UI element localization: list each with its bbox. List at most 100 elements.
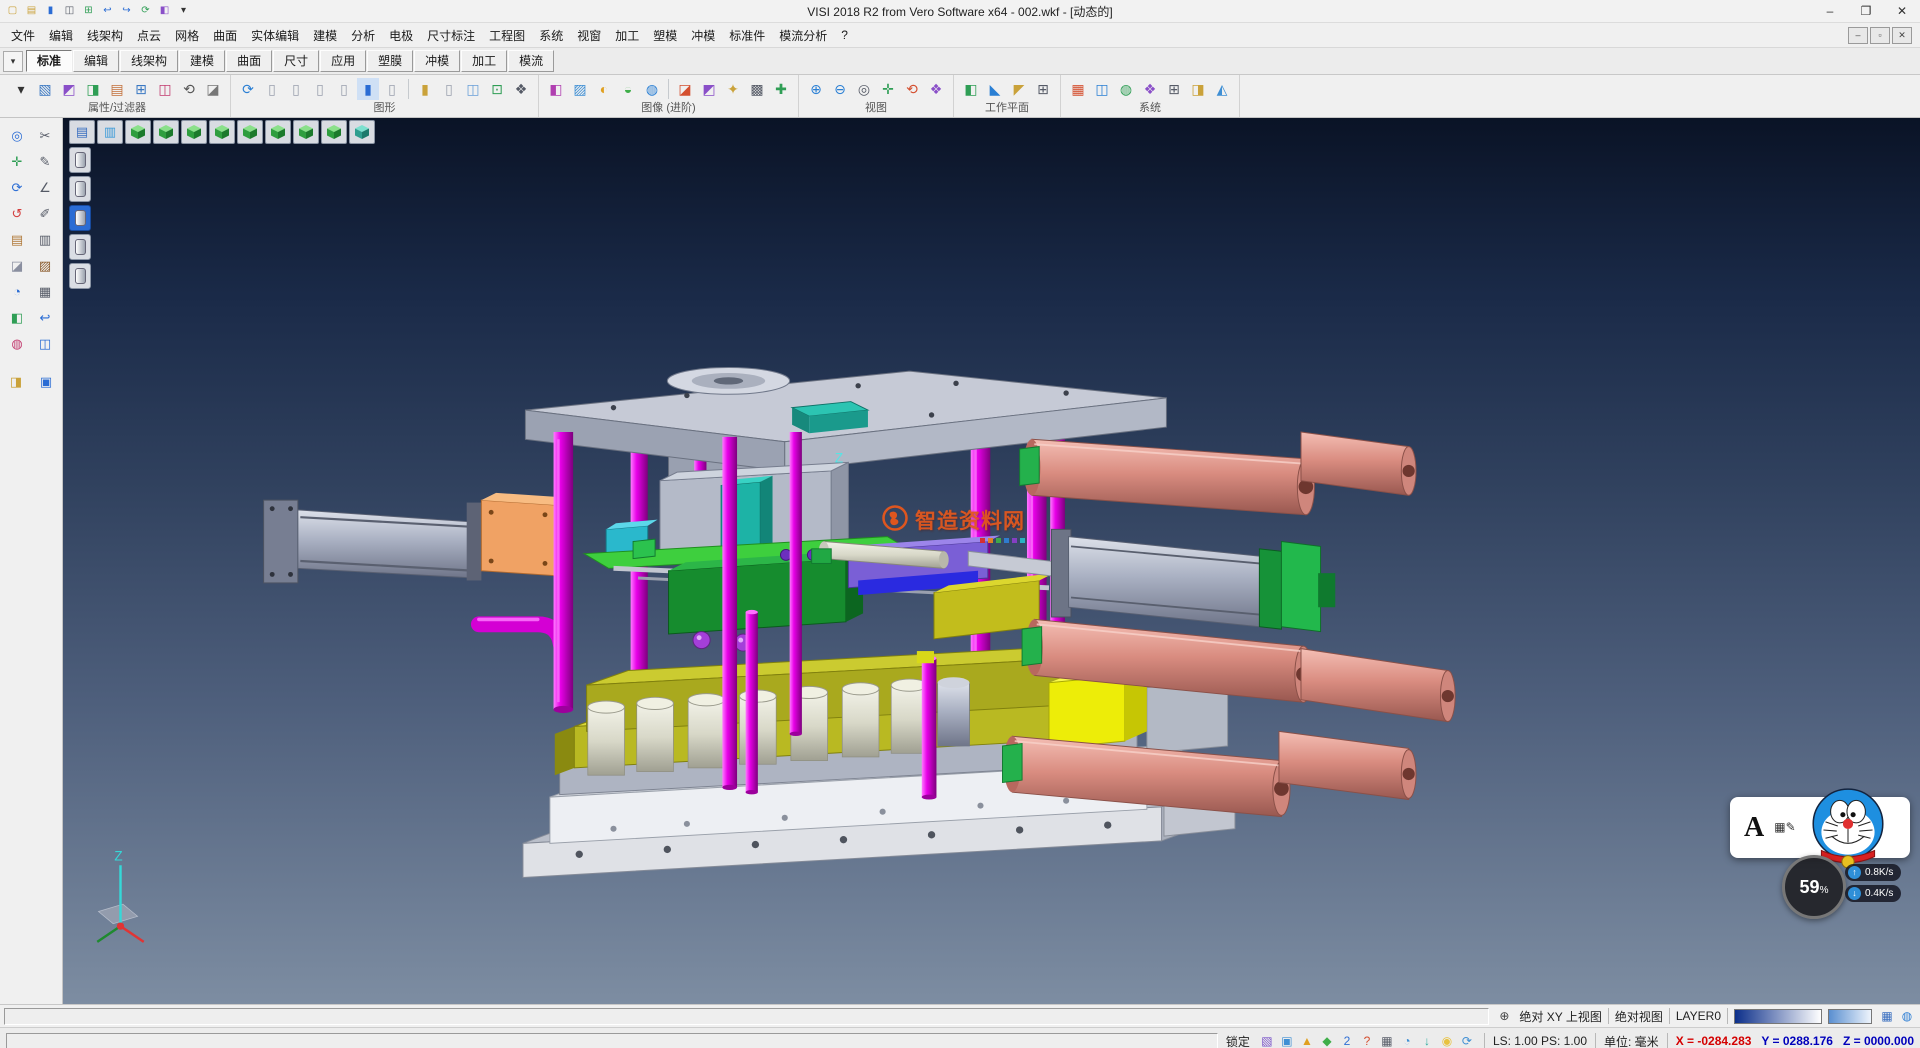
tab-dropdown-button[interactable]: ▾	[3, 51, 23, 72]
child-restore-button[interactable]: ▫	[1870, 27, 1890, 44]
menu-尺寸标注[interactable]: 尺寸标注	[420, 25, 482, 46]
ime-pen-icon[interactable]: ✎	[1786, 820, 1796, 834]
prop-layers[interactable]: ▤	[106, 78, 128, 100]
minimize-button[interactable]: –	[1812, 0, 1848, 22]
img-environment[interactable]: ◍	[641, 78, 663, 100]
layer-strip-1[interactable]	[1734, 1009, 1822, 1024]
sys-cad-link[interactable]: ◭	[1211, 78, 1233, 100]
tab-线架构[interactable]: 线架构	[120, 50, 178, 72]
view-saved-views[interactable]: ❖	[925, 78, 947, 100]
command-input-field[interactable]	[6, 1033, 1218, 1048]
lt-sketch[interactable]: ✎	[32, 150, 58, 174]
lt-notebook[interactable]: ▥	[32, 228, 58, 252]
lt-floppy[interactable]: ▣	[33, 370, 59, 394]
ime-keyboard-icon[interactable]: ▦	[1774, 820, 1785, 834]
lt-select[interactable]: ◎	[4, 124, 30, 148]
sys-snap[interactable]: ❖	[1139, 78, 1161, 100]
progress-widget[interactable]: 59 %	[1782, 855, 1846, 919]
menu-线架构[interactable]: 线架构	[80, 25, 130, 46]
menu-模流分析[interactable]: 模流分析	[772, 25, 834, 46]
gfx-hidden-line[interactable]: ◫	[462, 78, 484, 100]
status-bulb[interactable]: ◉	[1438, 1033, 1456, 1048]
img-shade[interactable]: ◧	[545, 78, 567, 100]
gfx-cyl-3[interactable]: ▯	[309, 78, 331, 100]
view-pan[interactable]: ✛	[877, 78, 899, 100]
view-mode-3[interactable]	[69, 234, 91, 260]
wp-from-view[interactable]: ◤	[1008, 78, 1030, 100]
view-zoom-out[interactable]: ⊖	[829, 78, 851, 100]
menu-分析[interactable]: 分析	[344, 25, 382, 46]
img-shadow[interactable]: ▩	[746, 78, 768, 100]
view-zoom-in[interactable]: ⊕	[805, 78, 827, 100]
vt-iso-se[interactable]	[181, 120, 207, 144]
vt-display[interactable]: ▥	[97, 120, 123, 144]
lt-layers[interactable]: ▦	[32, 280, 58, 304]
gfx-redraw[interactable]: ⟳	[237, 78, 259, 100]
vt-top[interactable]	[237, 120, 263, 144]
status-draw[interactable]: ▧	[1258, 1033, 1276, 1048]
layer-strip-2[interactable]	[1828, 1009, 1872, 1024]
lt-move[interactable]: ✛	[4, 150, 30, 174]
close-button[interactable]: ✕	[1884, 0, 1920, 22]
viewport-canvas[interactable]: Z Z	[63, 118, 1920, 1004]
img-section[interactable]: ◪	[674, 78, 696, 100]
qat-open[interactable]: ▤	[23, 3, 40, 19]
qat-redo[interactable]: ↪	[118, 3, 135, 19]
img-render[interactable]: ✦	[722, 78, 744, 100]
status-down[interactable]: ↓	[1418, 1033, 1436, 1048]
status-info2[interactable]: 2	[1338, 1033, 1356, 1048]
lt-edit-point[interactable]: ✐	[32, 202, 58, 226]
status-sync[interactable]: ⟳	[1458, 1033, 1476, 1048]
status-image[interactable]: ▣	[1278, 1033, 1296, 1048]
prop-brush[interactable]: ▧	[34, 78, 56, 100]
s1-globe[interactable]: ◍	[1898, 1008, 1916, 1025]
vt-grid[interactable]: ▤	[69, 120, 95, 144]
sys-monitor[interactable]: ◫	[1091, 78, 1113, 100]
lt-erase[interactable]: ◪	[4, 254, 30, 278]
wp-manager[interactable]: ⊞	[1032, 78, 1054, 100]
vt-iso-nw[interactable]	[153, 120, 179, 144]
maximize-button[interactable]: ❐	[1848, 0, 1884, 22]
prop-paint[interactable]: ◫	[154, 78, 176, 100]
menu-编辑[interactable]: 编辑	[42, 25, 80, 46]
menu-?[interactable]: ?	[834, 26, 855, 44]
qat-refresh[interactable]: ⟳	[137, 3, 154, 19]
tab-塑膜[interactable]: 塑膜	[367, 50, 413, 72]
network-speed-widget[interactable]: ↑ 0.8K/s ↓ 0.4K/s	[1845, 864, 1901, 902]
menu-工程图[interactable]: 工程图	[482, 25, 532, 46]
menu-加工[interactable]: 加工	[608, 25, 646, 46]
qat-new[interactable]: ▢	[4, 3, 21, 19]
lt-save-small[interactable]: ◫	[32, 332, 58, 356]
view-mode-1[interactable]	[69, 176, 91, 202]
lt-cart[interactable]: ▤	[4, 228, 30, 252]
sys-globe[interactable]: ◍	[1115, 78, 1137, 100]
menu-网格[interactable]: 网格	[168, 25, 206, 46]
prop-magnet[interactable]: ◩	[58, 78, 80, 100]
gfx-cyl-1[interactable]: ▯	[261, 78, 283, 100]
status-warning[interactable]: ▲	[1298, 1033, 1316, 1048]
menu-系统[interactable]: 系统	[532, 25, 570, 46]
vt-iso-ne[interactable]	[125, 120, 151, 144]
prop-dropdown[interactable]: ▾	[10, 78, 32, 100]
prop-filter[interactable]: ◨	[82, 78, 104, 100]
lt-measure[interactable]: ∠	[32, 176, 58, 200]
img-texture[interactable]: ▨	[569, 78, 591, 100]
lt-box[interactable]: ◧	[4, 306, 30, 330]
tab-曲面[interactable]: 曲面	[226, 50, 272, 72]
active-layer-label[interactable]: LAYER0	[1676, 1009, 1721, 1023]
vt-front[interactable]	[265, 120, 291, 144]
tab-编辑[interactable]: 编辑	[73, 50, 119, 72]
status-help[interactable]: ?	[1358, 1033, 1376, 1048]
prop-swap[interactable]: ⟲	[178, 78, 200, 100]
status-clock[interactable]: ◔	[1398, 1033, 1416, 1048]
view-mode-2[interactable]	[69, 205, 91, 231]
menu-建模[interactable]: 建模	[306, 25, 344, 46]
gfx-cyl-active[interactable]: ▮	[357, 78, 379, 100]
tab-标准[interactable]: 标准	[26, 50, 72, 72]
menu-实体编辑[interactable]: 实体编辑	[244, 25, 306, 46]
menu-点云[interactable]: 点云	[130, 25, 168, 46]
img-quality[interactable]: ✚	[770, 78, 792, 100]
tab-冲模[interactable]: 冲模	[414, 50, 460, 72]
gfx-bounding-box[interactable]: ⊡	[486, 78, 508, 100]
tab-尺寸[interactable]: 尺寸	[273, 50, 319, 72]
